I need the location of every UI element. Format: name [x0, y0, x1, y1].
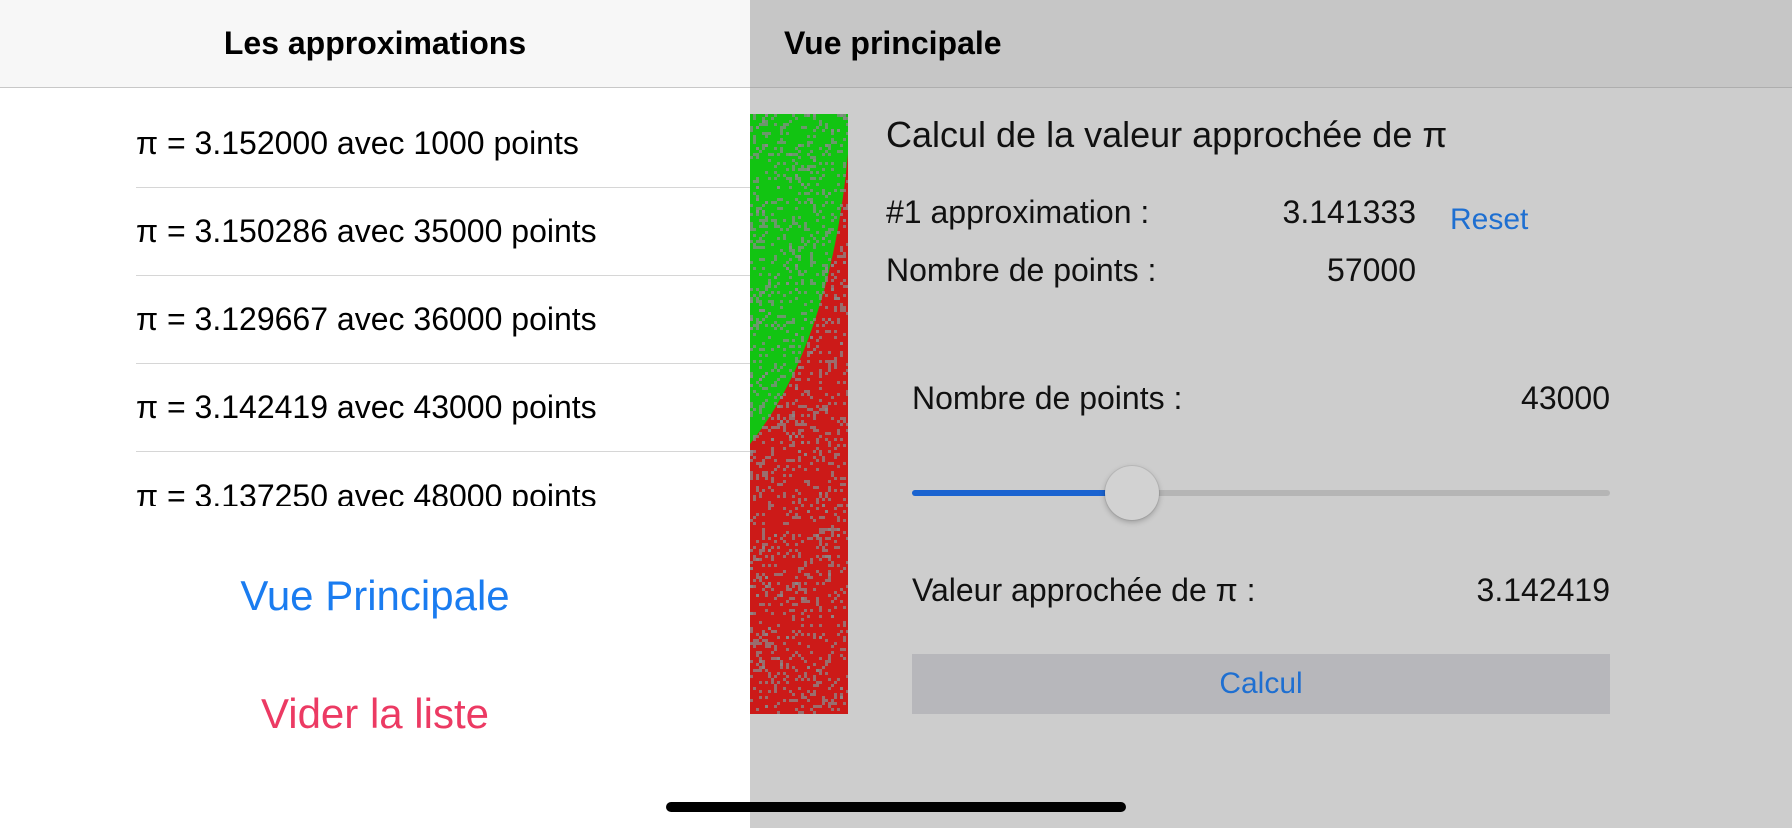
- slider-label: Nombre de points :: [912, 380, 1183, 416]
- list-item[interactable]: π = 3.152000 avec 1000 points: [136, 100, 750, 188]
- approximations-title: Les approximations: [223, 25, 527, 61]
- list-item[interactable]: π = 3.129667 avec 36000 points: [136, 276, 750, 364]
- list-item-label: π = 3.142419 avec 43000 points: [136, 389, 597, 425]
- list-item-label: π = 3.129667 avec 36000 points: [136, 301, 597, 337]
- monte-carlo-canvas: [750, 114, 848, 714]
- main-view-button[interactable]: Vue Principale: [0, 572, 750, 620]
- approximations-header: Les approximations: [0, 0, 750, 88]
- slider-thumb[interactable]: [1105, 466, 1160, 520]
- approximations-list[interactable]: π = 3.152000 avec 1000 points π = 3.1502…: [0, 100, 750, 506]
- approximation-label: #1 approximation :: [886, 194, 1150, 230]
- clear-list-button[interactable]: Vider la liste: [0, 690, 750, 738]
- calc-button[interactable]: Calcul: [912, 654, 1610, 714]
- main-view-header: Vue principale: [750, 0, 1792, 88]
- approx-pi-label: Valeur approchée de π :: [912, 572, 1256, 608]
- calc-title: Calcul de la valeur approchée de π: [886, 114, 1448, 155]
- approximation-value: 3.141333: [1282, 194, 1416, 230]
- main-view-title: Vue principale: [784, 25, 1002, 61]
- list-item-label: π = 3.150286 avec 35000 points: [136, 213, 597, 249]
- approx-pi-value: 3.142419: [1476, 572, 1610, 608]
- list-item[interactable]: π = 3.142419 avec 43000 points: [136, 364, 750, 452]
- approximations-panel: Les approximations π = 3.152000 avec 100…: [0, 0, 750, 828]
- list-item-label: π = 3.137250 avec 48000 points: [136, 477, 597, 507]
- slider-value: 43000: [1521, 380, 1610, 416]
- points-count-label: Nombre de points :: [886, 252, 1157, 288]
- list-item[interactable]: π = 3.150286 avec 35000 points: [136, 188, 750, 276]
- app-window: Les approximations π = 3.152000 avec 100…: [0, 0, 1792, 828]
- points-count-value: 57000: [1327, 252, 1416, 288]
- list-item[interactable]: π = 3.137250 avec 48000 points: [136, 452, 750, 507]
- list-item-label: π = 3.152000 avec 1000 points: [136, 125, 579, 161]
- slider-fill: [912, 490, 1133, 496]
- main-view-panel: Vue principale Calcul de la valeur appro…: [750, 0, 1792, 828]
- points-slider[interactable]: [912, 466, 1610, 520]
- reset-button[interactable]: Reset: [1450, 203, 1528, 237]
- home-indicator: [666, 802, 1126, 812]
